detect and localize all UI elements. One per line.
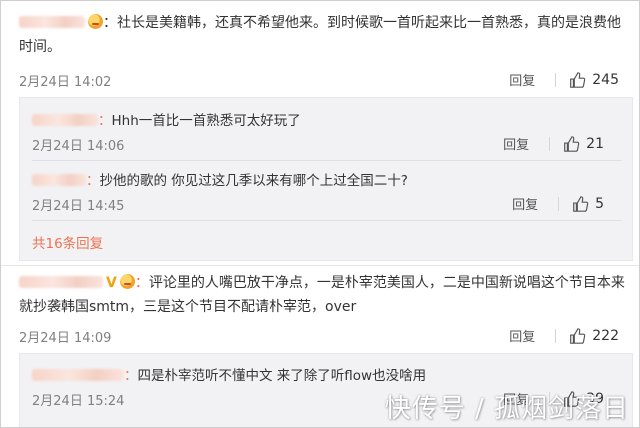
- reply-button[interactable]: 回复: [509, 70, 535, 89]
- username-blurred[interactable]: [32, 174, 86, 186]
- reply-1: ：四是朴宰范听不懂中文 来了除了听flow也没啥用: [32, 364, 632, 384]
- emoji-icon: [88, 14, 103, 29]
- thumbs-up-icon[interactable]: [571, 195, 589, 213]
- like-count: 5: [595, 195, 604, 212]
- comment-actions: 回复 245: [509, 70, 619, 90]
- reply-date: 2月24日 14:45: [32, 199, 125, 214]
- reply-date: 2月24日 14:06: [32, 139, 125, 154]
- username-blurred[interactable]: [32, 369, 124, 381]
- thumbs-up-icon[interactable]: [568, 327, 586, 345]
- thumbs-up-icon[interactable]: [562, 135, 580, 153]
- comment-date: 2月24日 14:09: [19, 331, 112, 346]
- reply-text: Hhh一首比一首熟悉可太好玩了: [111, 113, 301, 129]
- reply-actions: 回复 5: [512, 194, 604, 214]
- reply-actions: 回复 21: [503, 134, 604, 154]
- divider: [32, 220, 622, 221]
- divider: [555, 72, 557, 87]
- username-blurred[interactable]: [19, 276, 103, 288]
- reply-1: ：Hhh一首比一首熟悉可太好玩了: [32, 109, 632, 129]
- comment-feed: ：社长是美籍韩，还真不希望他来。到时候歌一首听起来比一首熟悉，真的是浪费他时间。…: [0, 0, 640, 428]
- reply-button[interactable]: 回复: [512, 194, 538, 213]
- reply-date: 2月24日 15:24: [32, 394, 125, 409]
- username-blurred[interactable]: [19, 16, 85, 28]
- divider: [1, 265, 639, 266]
- divider: [558, 196, 560, 211]
- divider: [555, 328, 557, 343]
- emoji-icon: [119, 274, 135, 289]
- comment-date: 2月24日 14:02: [19, 75, 112, 90]
- reply-button[interactable]: 回复: [509, 326, 535, 345]
- like-count: 245: [592, 71, 619, 88]
- comment-text: ：社长是美籍韩，还真不希望他来。到时候歌一首听起来比一首熟悉，真的是浪费他时间。: [19, 15, 621, 55]
- more-replies-link[interactable]: 共16条回复: [32, 232, 103, 252]
- watermark: 快传号 / 孤烟剑落日: [384, 394, 629, 424]
- reply-text: 抄他的歌的 你见过这几季以来有哪个上过全国二十?: [99, 173, 408, 189]
- divider: [549, 136, 551, 151]
- comment-2: V ：评论里的人嘴巴放干净点，一是朴宰范美国人，二是中国新说唱这个节目本来就抄袭韩…: [19, 271, 631, 319]
- comment-1: ：社长是美籍韩，还真不希望他来。到时候歌一首听起来比一首熟悉，真的是浪费他时间。: [19, 11, 631, 59]
- verified-v-icon: V: [106, 275, 117, 291]
- reply-button[interactable]: 回复: [503, 134, 529, 153]
- username-blurred[interactable]: [32, 114, 98, 126]
- replies-panel: ：Hhh一首比一首熟悉可太好玩了 2月24日 14:06 回复 21 ：抄他的歌…: [19, 97, 633, 261]
- comment-actions: 回复 222: [509, 326, 619, 346]
- reply-text: 四是朴宰范听不懂中文 来了除了听flow也没啥用: [137, 368, 427, 384]
- thumbs-up-icon[interactable]: [568, 71, 586, 89]
- reply-2: ：抄他的歌的 你见过这几季以来有哪个上过全国二十?: [32, 169, 632, 189]
- divider: [32, 160, 622, 161]
- like-count: 21: [586, 135, 604, 152]
- like-count: 222: [592, 327, 619, 344]
